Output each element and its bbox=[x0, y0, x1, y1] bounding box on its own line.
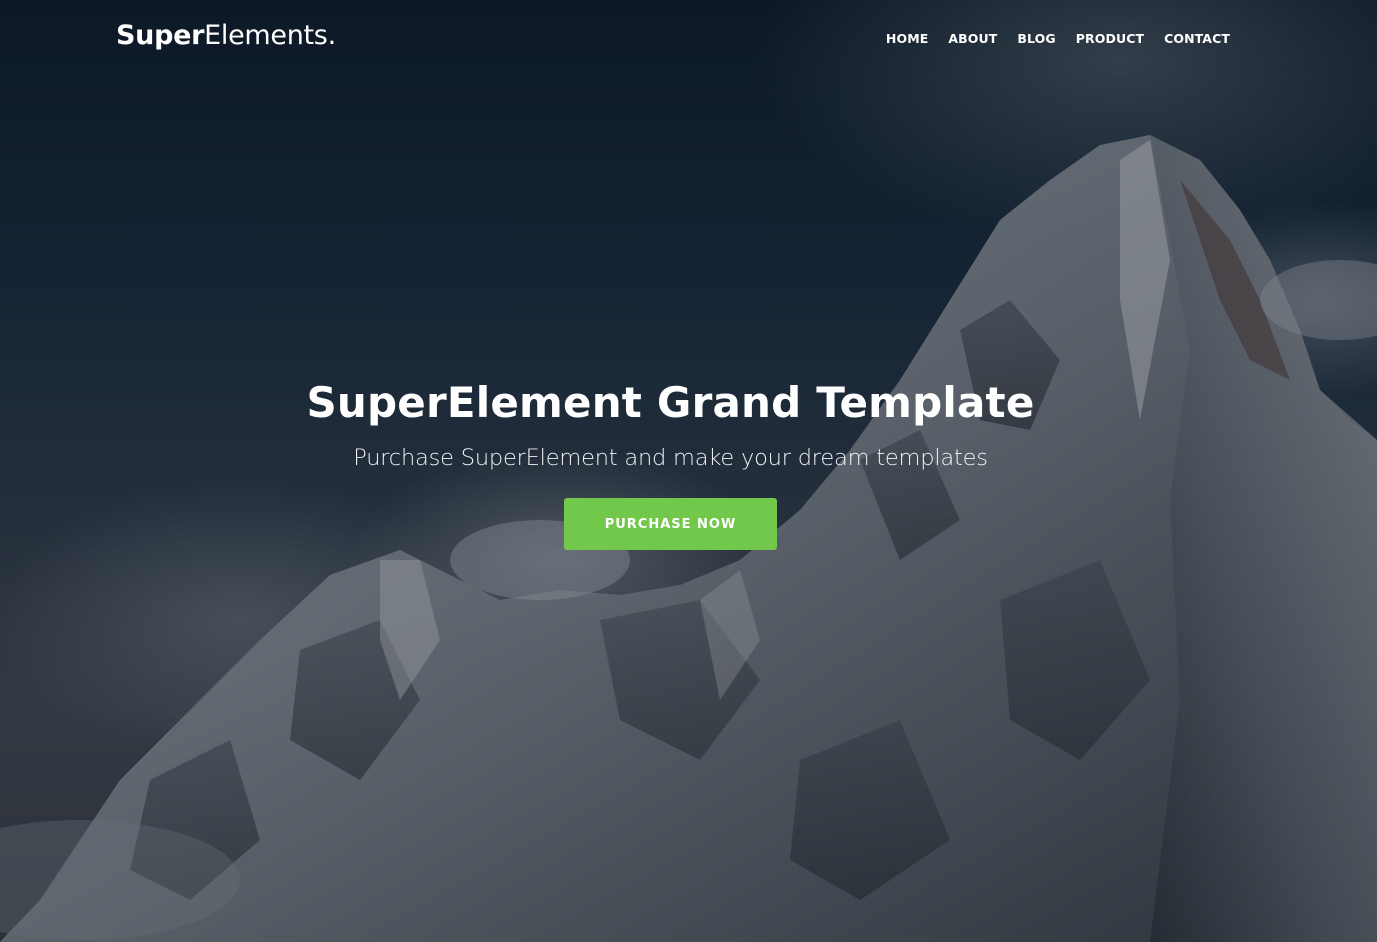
nav-item-blog[interactable]: BLOG bbox=[1017, 31, 1055, 46]
navbar: SuperElements. HOME ABOUT BLOG PRODUCT C… bbox=[0, 0, 1377, 78]
nav-item-about[interactable]: ABOUT bbox=[948, 31, 997, 46]
brand-logo[interactable]: SuperElements. bbox=[116, 20, 336, 51]
hero-content: SuperElement Grand Template Purchase Sup… bbox=[0, 378, 1341, 550]
main-nav: HOME ABOUT BLOG PRODUCT CONTACT bbox=[866, 31, 1230, 46]
hero-section: SuperElements. HOME ABOUT BLOG PRODUCT C… bbox=[0, 0, 1377, 942]
brand-name-light: Elements. bbox=[204, 20, 336, 51]
hero-title: SuperElement Grand Template bbox=[306, 378, 1035, 427]
hero-subtitle: Purchase SuperElement and make your drea… bbox=[353, 445, 988, 471]
nav-item-contact[interactable]: CONTACT bbox=[1164, 31, 1230, 46]
purchase-now-button[interactable]: PURCHASE NOW bbox=[564, 498, 777, 550]
brand-name-bold: Super bbox=[116, 20, 205, 51]
nav-item-home[interactable]: HOME bbox=[886, 31, 928, 46]
nav-item-product[interactable]: PRODUCT bbox=[1076, 31, 1144, 46]
